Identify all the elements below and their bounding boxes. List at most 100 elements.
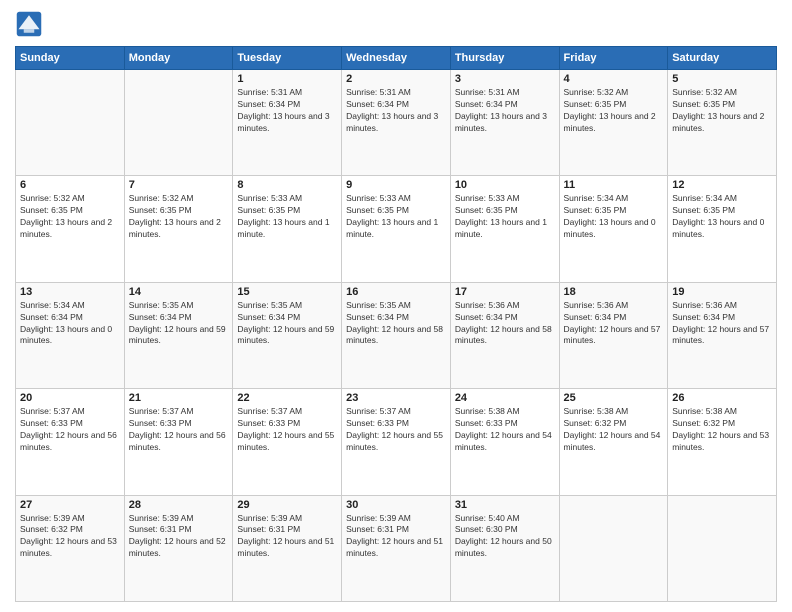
day-info: Sunrise: 5:37 AMSunset: 6:33 PMDaylight:… xyxy=(346,406,446,454)
day-info: Sunrise: 5:34 AMSunset: 6:35 PMDaylight:… xyxy=(672,193,772,241)
calendar-cell: 11 Sunrise: 5:34 AMSunset: 6:35 PMDayligh… xyxy=(559,176,668,282)
weekday-header: Tuesday xyxy=(233,47,342,70)
weekday-header: Monday xyxy=(124,47,233,70)
day-info: Sunrise: 5:32 AMSunset: 6:35 PMDaylight:… xyxy=(129,193,229,241)
calendar-cell: 9 Sunrise: 5:33 AMSunset: 6:35 PMDaylight… xyxy=(342,176,451,282)
day-info: Sunrise: 5:32 AMSunset: 6:35 PMDaylight:… xyxy=(20,193,120,241)
day-number: 2 xyxy=(346,73,446,85)
day-info: Sunrise: 5:35 AMSunset: 6:34 PMDaylight:… xyxy=(237,300,337,348)
day-number: 25 xyxy=(564,392,664,404)
day-info: Sunrise: 5:38 AMSunset: 6:32 PMDaylight:… xyxy=(564,406,664,454)
day-number: 3 xyxy=(455,73,555,85)
day-info: Sunrise: 5:37 AMSunset: 6:33 PMDaylight:… xyxy=(129,406,229,454)
day-info: Sunrise: 5:31 AMSunset: 6:34 PMDaylight:… xyxy=(237,87,337,135)
calendar-cell: 28 Sunrise: 5:39 AMSunset: 6:31 PMDayligh… xyxy=(124,495,233,601)
calendar-cell: 10 Sunrise: 5:33 AMSunset: 6:35 PMDayligh… xyxy=(450,176,559,282)
calendar-cell: 30 Sunrise: 5:39 AMSunset: 6:31 PMDayligh… xyxy=(342,495,451,601)
day-number: 11 xyxy=(564,179,664,191)
calendar-cell: 23 Sunrise: 5:37 AMSunset: 6:33 PMDayligh… xyxy=(342,389,451,495)
day-number: 30 xyxy=(346,499,446,511)
day-number: 13 xyxy=(20,286,120,298)
calendar-cell xyxy=(124,70,233,176)
calendar-cell: 31 Sunrise: 5:40 AMSunset: 6:30 PMDayligh… xyxy=(450,495,559,601)
day-number: 24 xyxy=(455,392,555,404)
day-number: 10 xyxy=(455,179,555,191)
day-info: Sunrise: 5:39 AMSunset: 6:31 PMDaylight:… xyxy=(129,513,229,561)
day-number: 27 xyxy=(20,499,120,511)
day-number: 22 xyxy=(237,392,337,404)
day-info: Sunrise: 5:34 AMSunset: 6:35 PMDaylight:… xyxy=(564,193,664,241)
day-info: Sunrise: 5:33 AMSunset: 6:35 PMDaylight:… xyxy=(346,193,446,241)
day-info: Sunrise: 5:31 AMSunset: 6:34 PMDaylight:… xyxy=(346,87,446,135)
day-info: Sunrise: 5:38 AMSunset: 6:32 PMDaylight:… xyxy=(672,406,772,454)
logo-icon xyxy=(15,10,43,38)
weekday-header: Saturday xyxy=(668,47,777,70)
calendar-cell: 3 Sunrise: 5:31 AMSunset: 6:34 PMDaylight… xyxy=(450,70,559,176)
day-info: Sunrise: 5:36 AMSunset: 6:34 PMDaylight:… xyxy=(455,300,555,348)
day-number: 19 xyxy=(672,286,772,298)
calendar-cell: 19 Sunrise: 5:36 AMSunset: 6:34 PMDayligh… xyxy=(668,282,777,388)
day-number: 18 xyxy=(564,286,664,298)
weekday-header: Friday xyxy=(559,47,668,70)
header xyxy=(15,10,777,38)
calendar-cell: 5 Sunrise: 5:32 AMSunset: 6:35 PMDaylight… xyxy=(668,70,777,176)
day-number: 21 xyxy=(129,392,229,404)
day-number: 4 xyxy=(564,73,664,85)
calendar-cell: 8 Sunrise: 5:33 AMSunset: 6:35 PMDaylight… xyxy=(233,176,342,282)
day-info: Sunrise: 5:37 AMSunset: 6:33 PMDaylight:… xyxy=(20,406,120,454)
calendar-cell: 15 Sunrise: 5:35 AMSunset: 6:34 PMDayligh… xyxy=(233,282,342,388)
calendar-cell: 29 Sunrise: 5:39 AMSunset: 6:31 PMDayligh… xyxy=(233,495,342,601)
weekday-header: Wednesday xyxy=(342,47,451,70)
day-info: Sunrise: 5:36 AMSunset: 6:34 PMDaylight:… xyxy=(672,300,772,348)
calendar-cell: 2 Sunrise: 5:31 AMSunset: 6:34 PMDaylight… xyxy=(342,70,451,176)
day-number: 14 xyxy=(129,286,229,298)
calendar-cell: 26 Sunrise: 5:38 AMSunset: 6:32 PMDayligh… xyxy=(668,389,777,495)
day-number: 5 xyxy=(672,73,772,85)
day-number: 23 xyxy=(346,392,446,404)
day-info: Sunrise: 5:33 AMSunset: 6:35 PMDaylight:… xyxy=(455,193,555,241)
calendar-cell: 21 Sunrise: 5:37 AMSunset: 6:33 PMDayligh… xyxy=(124,389,233,495)
day-info: Sunrise: 5:40 AMSunset: 6:30 PMDaylight:… xyxy=(455,513,555,561)
calendar-cell: 22Sunrise: 5:37 AMSunset: 6:33 PMDayligh… xyxy=(233,389,342,495)
day-number: 31 xyxy=(455,499,555,511)
calendar-cell: 17 Sunrise: 5:36 AMSunset: 6:34 PMDayligh… xyxy=(450,282,559,388)
day-info: Sunrise: 5:31 AMSunset: 6:34 PMDaylight:… xyxy=(455,87,555,135)
day-number: 9 xyxy=(346,179,446,191)
day-number: 6 xyxy=(20,179,120,191)
day-info: Sunrise: 5:39 AMSunset: 6:31 PMDaylight:… xyxy=(237,513,337,561)
calendar-cell: 12 Sunrise: 5:34 AMSunset: 6:35 PMDayligh… xyxy=(668,176,777,282)
day-number: 1 xyxy=(237,73,337,85)
day-info: Sunrise: 5:39 AMSunset: 6:32 PMDaylight:… xyxy=(20,513,120,561)
day-number: 26 xyxy=(672,392,772,404)
calendar-cell: 14Sunrise: 5:35 AMSunset: 6:34 PMDayligh… xyxy=(124,282,233,388)
day-number: 17 xyxy=(455,286,555,298)
day-number: 16 xyxy=(346,286,446,298)
calendar-cell: 6 Sunrise: 5:32 AMSunset: 6:35 PMDaylight… xyxy=(16,176,125,282)
day-info: Sunrise: 5:32 AMSunset: 6:35 PMDaylight:… xyxy=(672,87,772,135)
day-number: 28 xyxy=(129,499,229,511)
day-info: Sunrise: 5:35 AMSunset: 6:34 PMDaylight:… xyxy=(346,300,446,348)
weekday-header: Sunday xyxy=(16,47,125,70)
calendar-cell: 13Sunrise: 5:34 AMSunset: 6:34 PMDayligh… xyxy=(16,282,125,388)
calendar-cell: 25 Sunrise: 5:38 AMSunset: 6:32 PMDayligh… xyxy=(559,389,668,495)
day-info: Sunrise: 5:39 AMSunset: 6:31 PMDaylight:… xyxy=(346,513,446,561)
calendar-cell: 27 Sunrise: 5:39 AMSunset: 6:32 PMDayligh… xyxy=(16,495,125,601)
calendar-table: SundayMondayTuesdayWednesdayThursdayFrid… xyxy=(15,46,777,602)
logo xyxy=(15,10,47,38)
calendar-cell: 18Sunrise: 5:36 AMSunset: 6:34 PMDayligh… xyxy=(559,282,668,388)
day-number: 20 xyxy=(20,392,120,404)
calendar-cell xyxy=(668,495,777,601)
day-info: Sunrise: 5:33 AMSunset: 6:35 PMDaylight:… xyxy=(237,193,337,241)
calendar-cell xyxy=(559,495,668,601)
calendar-cell: 1 Sunrise: 5:31 AMSunset: 6:34 PMDaylight… xyxy=(233,70,342,176)
day-number: 29 xyxy=(237,499,337,511)
day-number: 7 xyxy=(129,179,229,191)
day-number: 12 xyxy=(672,179,772,191)
day-info: Sunrise: 5:38 AMSunset: 6:33 PMDaylight:… xyxy=(455,406,555,454)
calendar-cell xyxy=(16,70,125,176)
calendar-cell: 7 Sunrise: 5:32 AMSunset: 6:35 PMDaylight… xyxy=(124,176,233,282)
calendar-cell: 16 Sunrise: 5:35 AMSunset: 6:34 PMDayligh… xyxy=(342,282,451,388)
day-number: 15 xyxy=(237,286,337,298)
day-number: 8 xyxy=(237,179,337,191)
calendar-cell: 4Sunrise: 5:32 AMSunset: 6:35 PMDaylight… xyxy=(559,70,668,176)
